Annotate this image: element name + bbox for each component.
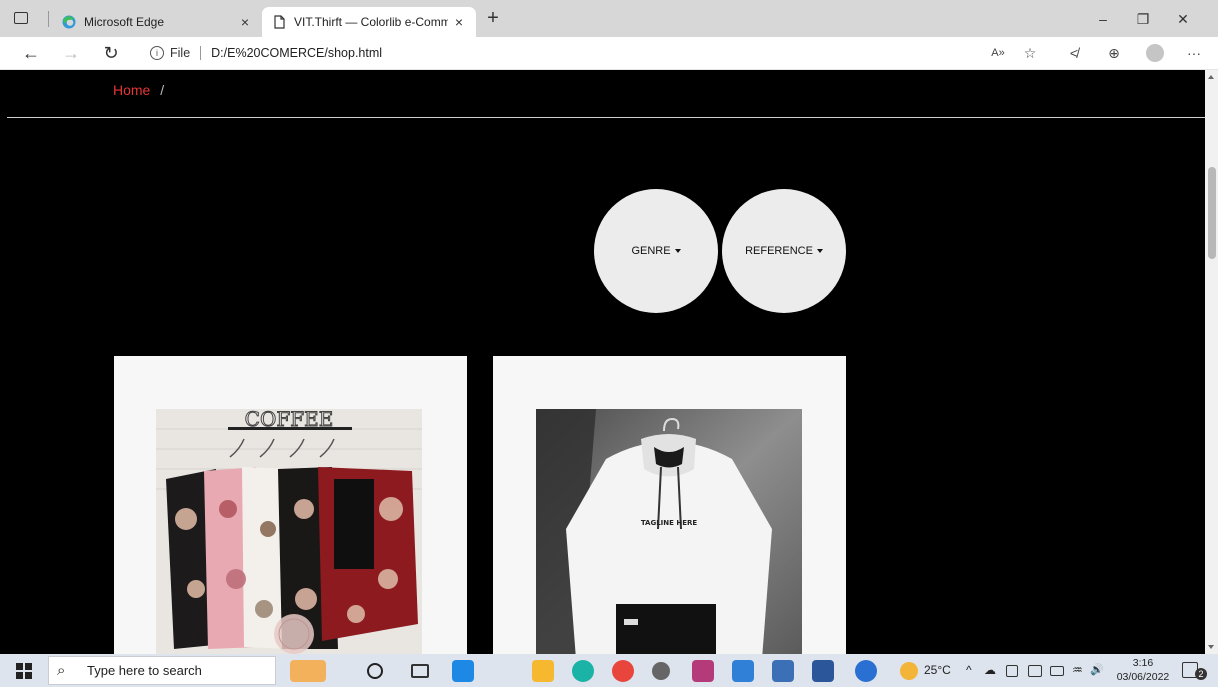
breadcrumb-home-link[interactable]: Home xyxy=(113,82,150,98)
chrome-icon[interactable] xyxy=(612,660,634,682)
reference-dropdown[interactable]: REFERENCE xyxy=(722,189,846,313)
help-icon[interactable] xyxy=(855,660,877,682)
scroll-up-icon[interactable] xyxy=(1208,75,1214,79)
breadcrumb: Home / xyxy=(113,82,164,98)
scroll-down-icon[interactable] xyxy=(1208,645,1214,649)
product-card[interactable]: COFFEE xyxy=(114,356,467,654)
word-icon[interactable] xyxy=(812,660,834,682)
forward-button[interactable]: → xyxy=(58,41,84,65)
address-bar[interactable]: i File D:/E%20COMERCE/shop.html xyxy=(140,41,980,65)
collections-icon[interactable]: ⊕ xyxy=(1104,43,1124,63)
battery-icon[interactable] xyxy=(1050,666,1064,676)
tab-microsoft-edge[interactable]: Microsoft Edge × xyxy=(52,7,262,37)
display-icon[interactable] xyxy=(1028,665,1042,677)
search-icon: ⌕ xyxy=(57,662,66,679)
cortana-icon[interactable] xyxy=(367,663,383,679)
breadcrumb-separator: / xyxy=(160,82,165,98)
archive-icon[interactable] xyxy=(692,660,714,682)
more-icon[interactable]: ··· xyxy=(1184,43,1204,63)
scrollbar-thumb[interactable] xyxy=(1208,167,1216,259)
svg-text:TAGLINE HERE: TAGLINE HERE xyxy=(641,519,698,527)
refresh-button[interactable]: ↻ xyxy=(98,41,124,65)
weather-icon xyxy=(900,662,918,680)
minimize-button[interactable]: – xyxy=(1088,9,1118,29)
tab-shop[interactable]: VIT.Thirft — Colorlib e-Commerce × xyxy=(262,7,476,37)
volume-icon[interactable]: 🔊 xyxy=(1090,663,1104,676)
photos-icon[interactable] xyxy=(772,660,794,682)
search-placeholder: Type here to search xyxy=(87,663,202,678)
profile-icon[interactable] xyxy=(1146,44,1164,62)
notification-badge: 2 xyxy=(1195,668,1207,680)
task-view-icon[interactable] xyxy=(411,664,429,678)
vertical-scrollbar[interactable] xyxy=(1205,70,1218,654)
caret-down-icon xyxy=(816,249,823,253)
close-window-button[interactable]: ✕ xyxy=(1168,9,1198,29)
tab-actions-icon[interactable] xyxy=(14,12,28,24)
taskbar-search-input[interactable]: ⌕ Type here to search xyxy=(48,656,276,685)
clock[interactable]: 3:16 03/06/2022 xyxy=(1112,656,1174,684)
reference-label: REFERENCE xyxy=(745,245,813,257)
read-aloud-icon[interactable]: A» xyxy=(988,43,1008,63)
mail-icon[interactable] xyxy=(452,660,474,682)
clock-date: 03/06/2022 xyxy=(1116,671,1170,683)
browser-toolbar: ← → ↻ i File D:/E%20COMERCE/shop.html A»… xyxy=(0,37,1218,70)
edge-taskbar-icon[interactable] xyxy=(572,660,594,682)
file-explorer-icon[interactable] xyxy=(532,660,554,682)
tab-title: VIT.Thirft — Colorlib e-Commerce xyxy=(294,15,448,29)
favorites-icon[interactable]: ≮ xyxy=(1064,43,1084,63)
close-tab-icon[interactable]: × xyxy=(234,14,256,30)
edge-logo-icon xyxy=(62,15,76,29)
caret-down-icon xyxy=(674,249,681,253)
product-card[interactable]: TAGLINE HERE xyxy=(493,356,846,654)
windows-start-icon[interactable] xyxy=(16,663,32,679)
meet-icon[interactable] xyxy=(1006,665,1018,677)
product-image-white-hoodie[interactable]: TAGLINE HERE xyxy=(536,409,802,654)
scheme-label: File xyxy=(170,46,191,60)
product-image-floral-blouses[interactable]: COFFEE xyxy=(156,409,422,654)
genre-dropdown[interactable]: GENRE xyxy=(594,189,718,313)
settings-icon[interactable] xyxy=(652,662,670,680)
network-icon[interactable]: ♒ xyxy=(1072,663,1083,677)
divider xyxy=(200,46,202,60)
divider xyxy=(48,11,49,27)
restore-button[interactable]: ❐ xyxy=(1128,9,1158,29)
tab-title: Microsoft Edge xyxy=(84,15,165,29)
close-tab-icon[interactable]: × xyxy=(448,14,470,30)
info-icon[interactable]: i xyxy=(150,46,164,60)
page-icon xyxy=(274,15,285,29)
weather-temperature[interactable]: 25°C xyxy=(924,663,951,677)
chevron-up-icon[interactable]: ^ xyxy=(966,663,972,677)
cloud-icon[interactable]: ☁ xyxy=(984,663,996,677)
vscode-icon[interactable] xyxy=(732,660,754,682)
bicycle-news-icon[interactable] xyxy=(290,660,326,682)
divider xyxy=(7,117,1205,118)
new-tab-button[interactable]: + xyxy=(482,8,504,30)
back-button[interactable]: ← xyxy=(18,41,44,65)
page-content: Home / GENRE REFERENCE COFFEE TAGLINE HE… xyxy=(7,70,1205,654)
taskbar: ⌕ Type here to search 25°C ^ ☁ ♒ 🔊 3:16 … xyxy=(0,654,1218,687)
favorite-add-icon[interactable]: ☆ xyxy=(1020,43,1040,63)
genre-label: GENRE xyxy=(631,245,671,257)
tab-bar: Microsoft Edge × VIT.Thirft — Colorlib e… xyxy=(0,0,1218,37)
url-text[interactable]: D:/E%20COMERCE/shop.html xyxy=(211,46,382,60)
clock-time: 3:16 xyxy=(1132,657,1154,669)
